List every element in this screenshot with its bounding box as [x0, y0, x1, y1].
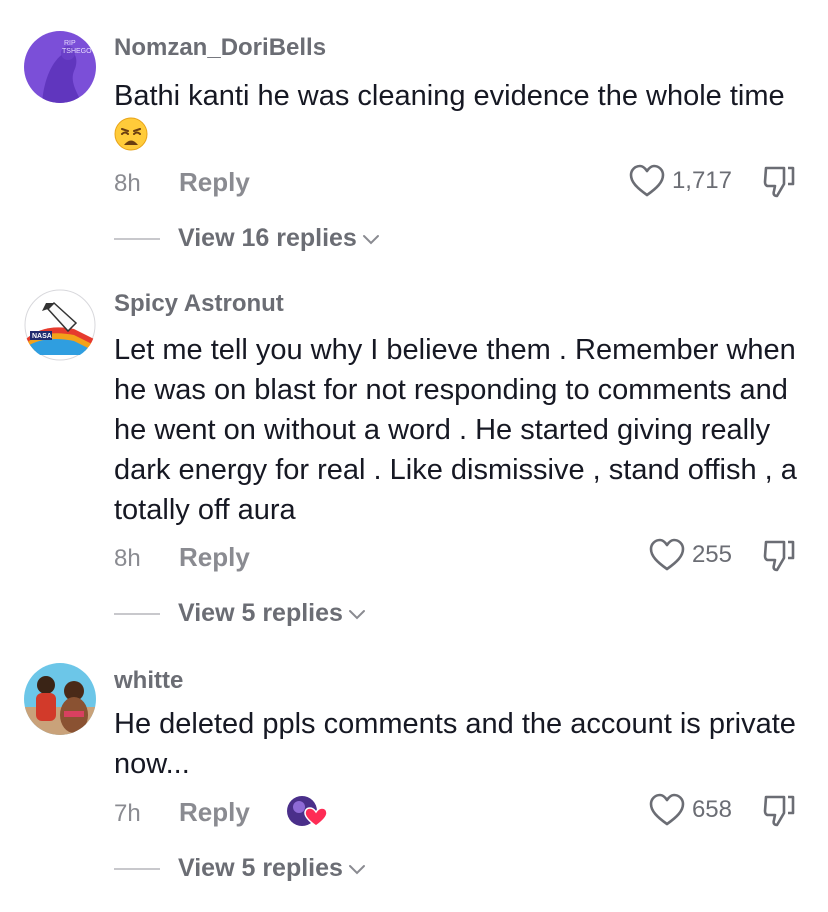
avatar[interactable]: NASA: [24, 289, 96, 361]
dislike-icon[interactable]: [762, 793, 796, 829]
like-button[interactable]: 658: [648, 792, 732, 828]
reply-button[interactable]: Reply: [179, 167, 250, 198]
comment-text: Let me tell you why I believe them . Rem…: [114, 334, 797, 526]
comment-timestamp: 8h: [114, 545, 141, 572]
username[interactable]: whitte: [114, 667, 183, 695]
comment-text: Bathi kanti he was cleaning evidence the…: [114, 76, 804, 156]
like-count: 1,717: [671, 167, 732, 194]
dislike-icon[interactable]: [762, 538, 796, 574]
chevron-down-icon: [348, 864, 365, 874]
avatar-image: NASA: [24, 289, 96, 361]
like-count: 255: [691, 541, 732, 568]
reply-button[interactable]: Reply: [179, 542, 250, 573]
view-replies-label: View 5 replies: [178, 854, 343, 882]
avatar[interactable]: RIP TSHEGO: [24, 31, 96, 103]
chevron-down-icon: [362, 234, 379, 244]
username[interactable]: Spicy Astronut: [114, 290, 284, 318]
replies-divider: [114, 237, 160, 240]
comment-text-body: Bathi kanti he was cleaning evidence the…: [114, 80, 785, 112]
view-replies-button[interactable]: View 5 replies: [114, 854, 367, 883]
reply-button[interactable]: Reply: [179, 797, 250, 828]
view-replies-button[interactable]: View 5 replies: [114, 599, 367, 628]
like-count: 658: [691, 796, 732, 823]
heart-outline-icon: [649, 538, 685, 571]
chevron-down-icon: [348, 609, 365, 619]
view-replies-label: View 16 replies: [178, 224, 357, 252]
svg-text:TSHEGO: TSHEGO: [62, 48, 92, 55]
view-replies-label: View 5 replies: [178, 599, 343, 627]
comment-text: He deleted ppls comments and the account…: [114, 708, 796, 780]
avatar-image: [24, 663, 96, 735]
svg-text:NASA: NASA: [32, 333, 52, 340]
like-button[interactable]: 1,717: [628, 163, 732, 199]
weary-face-emoji-icon: [114, 117, 148, 151]
replies-divider: [114, 867, 160, 870]
avatar[interactable]: [24, 663, 96, 735]
like-button[interactable]: 255: [648, 537, 732, 573]
heart-outline-icon: [649, 793, 685, 826]
avatar-image: RIP TSHEGO: [24, 31, 96, 103]
username[interactable]: Nomzan_DoriBells: [114, 34, 326, 62]
comment-timestamp: 7h: [114, 800, 141, 827]
dislike-icon[interactable]: [762, 164, 796, 200]
heart-outline-icon: [629, 164, 665, 197]
comment-timestamp: 8h: [114, 170, 141, 197]
creator-liked-heart-icon: [287, 796, 328, 827]
svg-text:RIP: RIP: [64, 40, 76, 47]
view-replies-button[interactable]: View 16 replies: [114, 224, 381, 253]
replies-divider: [114, 612, 160, 615]
